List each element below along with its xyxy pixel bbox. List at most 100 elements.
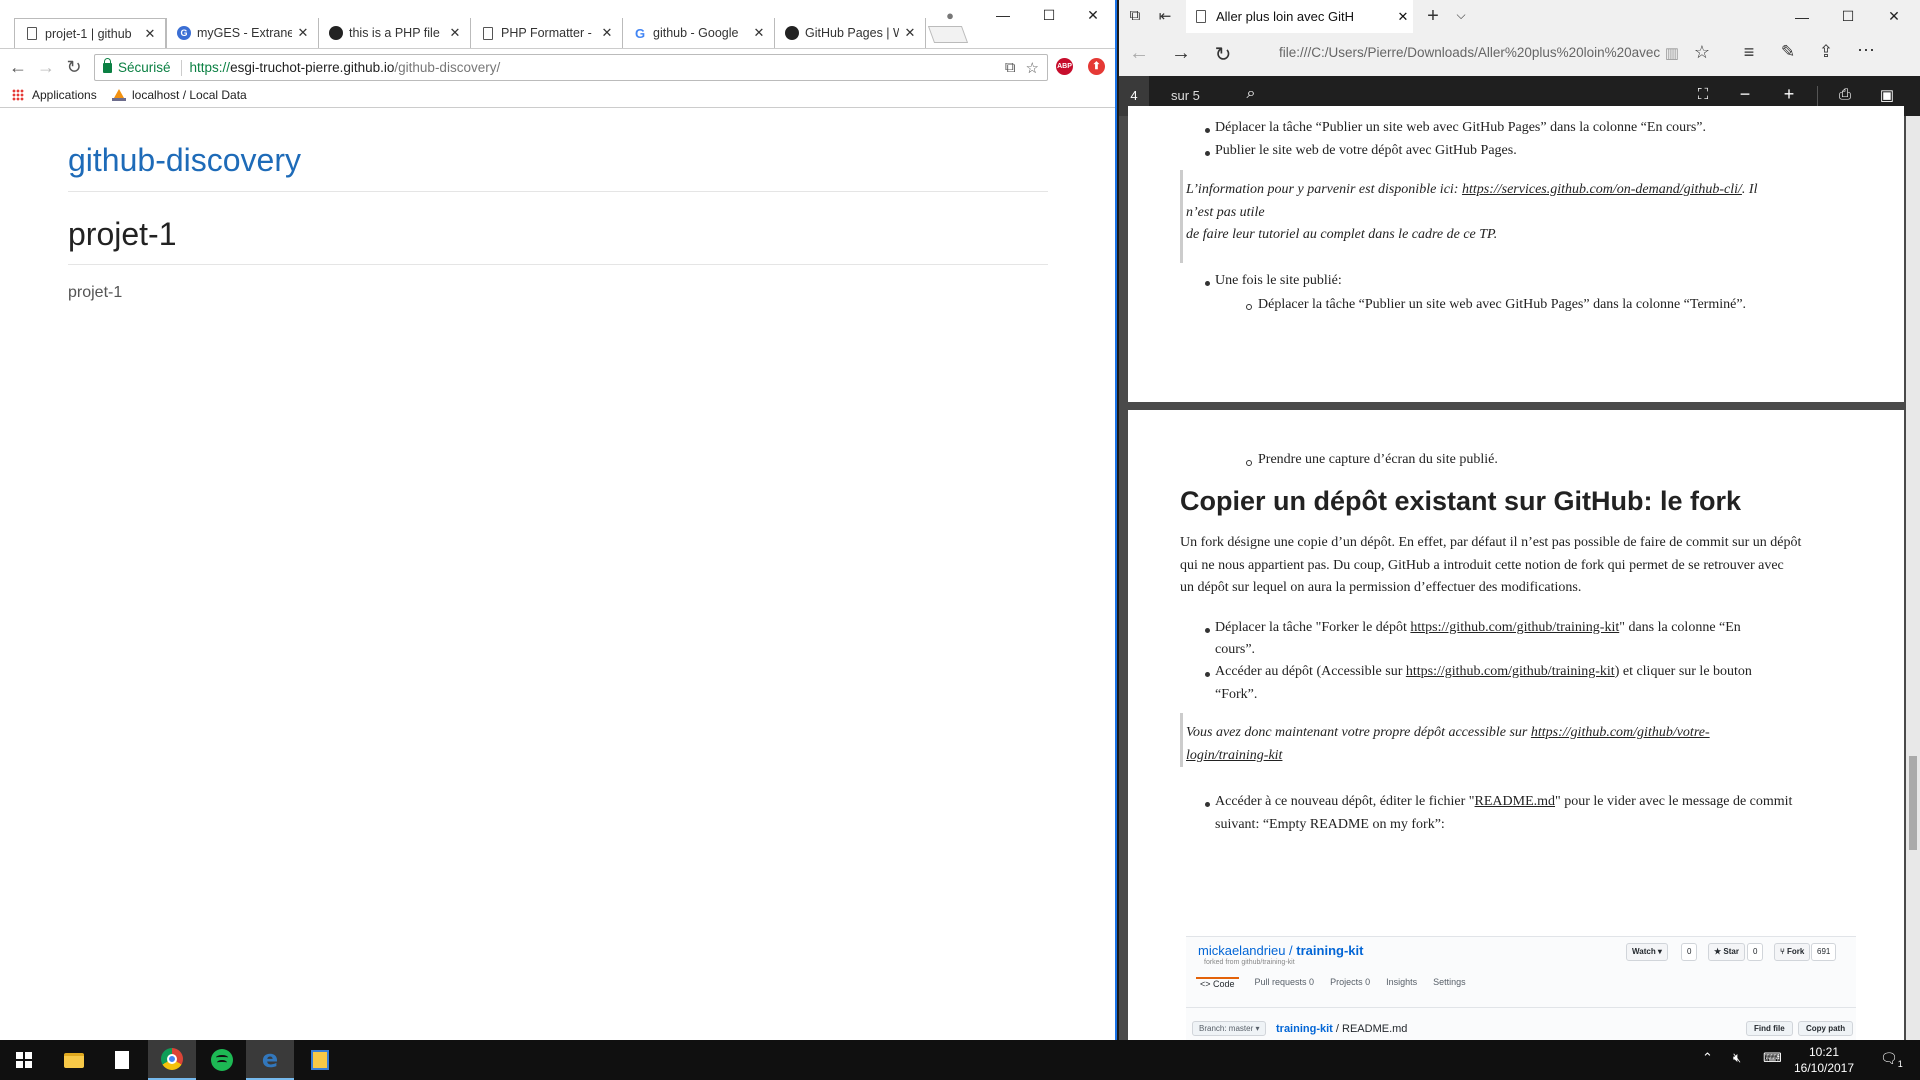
notepad-button[interactable] — [98, 1040, 146, 1080]
training-kit-link[interactable]: https://github.com/github/training-kit — [1410, 620, 1619, 635]
maximize-button[interactable]: ☐ — [1026, 0, 1072, 30]
pdf-scrollbar[interactable] — [1906, 116, 1920, 1040]
edge-taskbar-button[interactable]: e — [246, 1040, 294, 1080]
fork-url-link[interactable]: https://github.com/github/votre- — [1531, 725, 1710, 740]
watch-label: Watch ▾ — [1632, 947, 1662, 956]
zoom-in-icon[interactable]: + — [1779, 84, 1799, 105]
address-bar[interactable]: Sécurisé https://esgi-truchot-pierre.git… — [94, 54, 1048, 81]
myges-icon: G — [177, 26, 191, 40]
minimize-button[interactable]: — — [980, 0, 1026, 30]
fork-url-link[interactable]: login/training-kit — [1186, 748, 1282, 763]
volume-muted-icon[interactable]: 🔇︎ — [1733, 1050, 1741, 1066]
maximize-button[interactable]: ☐ — [1825, 0, 1871, 33]
reload-icon[interactable]: ↻ — [62, 55, 86, 79]
star-count: 0 — [1747, 943, 1764, 961]
back-arrow-icon[interactable]: ← — [6, 55, 30, 79]
start-button[interactable] — [0, 1040, 48, 1080]
services-github-link[interactable]: https://services.github.com/on-demand/gi… — [1462, 182, 1742, 197]
action-center-icon[interactable]: 🗨︎1 — [1880, 1050, 1903, 1069]
forward-arrow-icon[interactable]: → — [34, 55, 58, 79]
tab-title: projet-1 | github — [45, 26, 132, 41]
minimize-button[interactable]: — — [1779, 0, 1825, 33]
tab-myges[interactable]: G myGES - Extranet ✕ — [166, 18, 318, 48]
close-icon[interactable]: ✕ — [903, 25, 917, 41]
star-button: ★ Star — [1708, 943, 1745, 961]
share-icon[interactable]: ⇪ — [1815, 42, 1837, 62]
training-kit-link[interactable]: https://github.com/github/training-kit — [1406, 664, 1615, 679]
show-hidden-icons-chevron[interactable]: ⌃ — [1702, 1050, 1713, 1066]
bookmark-star-icon[interactable]: ☆ — [1026, 59, 1039, 77]
document-icon — [25, 27, 39, 41]
zoom-out-icon[interactable]: − — [1735, 84, 1755, 105]
forward-arrow-icon[interactable]: → — [1169, 42, 1193, 65]
web-note-icon[interactable]: ✎ — [1777, 42, 1799, 62]
refresh-icon[interactable]: ↻ — [1211, 42, 1235, 67]
system-clock[interactable]: 10:21 16/10/2017 — [1789, 1044, 1859, 1076]
divider — [68, 191, 1048, 192]
pdf-viewer: Déplacer la tâche “Publier un site web a… — [1119, 106, 1920, 1040]
reading-view-icon[interactable]: ▥ — [1662, 44, 1682, 62]
pdf-page-5: Prendre une capture d’écran du site publ… — [1128, 410, 1904, 1040]
document-icon — [481, 26, 495, 40]
close-icon[interactable]: ✕ — [600, 25, 614, 41]
close-icon[interactable]: ✕ — [296, 25, 310, 41]
bookmark-label: Applications — [32, 88, 97, 102]
bullet — [1205, 802, 1210, 807]
scrollbar-thumb[interactable] — [1909, 756, 1917, 850]
close-window-button[interactable]: ✕ — [1070, 0, 1115, 30]
adblock-extension-icon[interactable]: ABP — [1056, 58, 1073, 75]
close-icon[interactable]: ✕ — [143, 26, 157, 42]
tab-list-chevron-icon[interactable]: ⌵ — [1451, 8, 1471, 23]
text: " pour le vider avec le message de commi… — [1555, 794, 1793, 809]
branch-selector: Branch: master ▾ — [1192, 1021, 1267, 1036]
chrome-taskbar-button[interactable] — [148, 1040, 196, 1080]
save-icon[interactable]: ▣ — [1877, 86, 1897, 104]
windows-logo-icon — [16, 1052, 32, 1068]
bookmark-localhost[interactable]: localhost / Local Data — [112, 88, 252, 102]
repo-tabs: <> Code Pull requests 0 Projects 0 Insig… — [1196, 977, 1466, 989]
tab-title: Aller plus loin avec GitH — [1216, 9, 1354, 24]
tab-preview-icon[interactable]: ⧉ — [1125, 7, 1145, 24]
tab-github-pages[interactable]: GitHub Pages | W ✕ — [774, 18, 926, 48]
url-field[interactable]: file:///C:/Users/Pierre/Downloads/Aller%… — [1279, 45, 1671, 60]
text: Accéder à ce nouveau dépôt, éditer le fi… — [1215, 794, 1475, 809]
fit-to-page-icon[interactable]: ⛶ — [1693, 86, 1713, 103]
site-title-link[interactable]: github-discovery — [68, 142, 301, 179]
bullet — [1205, 672, 1210, 677]
date: 16/10/2017 — [1793, 1061, 1855, 1075]
new-tab-button[interactable]: + — [1421, 5, 1445, 28]
close-icon[interactable]: ✕ — [448, 25, 462, 41]
tab-php-formatter[interactable]: PHP Formatter - ✕ — [470, 18, 622, 48]
section-heading: Copier un dépôt existant sur GitHub: le … — [1180, 486, 1742, 516]
edge-tab[interactable]: Aller plus loin avec GitH ✕ — [1186, 0, 1413, 33]
close-icon[interactable]: ✕ — [1393, 9, 1413, 25]
tab-google-search[interactable]: G github - Google ✕ — [622, 18, 774, 48]
tab-title: this is a PHP file — [349, 26, 440, 40]
extension-icon[interactable]: ⬆ — [1088, 58, 1105, 75]
app-taskbar-button[interactable] — [296, 1040, 344, 1080]
edge-title-bar: ⧉ ⇤ Aller plus loin avec GitH ✕ + ⌵ — ☐ … — [1119, 0, 1920, 33]
forked-from-label: forked from github/training-kit — [1204, 959, 1295, 966]
close-icon[interactable]: ✕ — [752, 25, 766, 41]
profile-icon[interactable]: ● — [930, 0, 970, 30]
print-icon[interactable]: ⎙ — [1835, 86, 1855, 103]
spotify-taskbar-button[interactable] — [198, 1040, 246, 1080]
back-arrow-icon[interactable]: ← — [1127, 42, 1151, 65]
repo-name: mickaelandrieu / training-kit — [1198, 943, 1364, 958]
search-icon[interactable]: ⌕ — [1241, 85, 1261, 103]
bookmark-applications[interactable]: Applications — [12, 88, 97, 102]
text: ) et cliquer sur le bouton — [1614, 664, 1752, 679]
folder-icon — [64, 1052, 84, 1068]
translate-icon[interactable]: ⧉ — [1005, 59, 1016, 77]
more-menu-icon[interactable]: ⋯ — [1855, 40, 1877, 61]
tab-projet-1[interactable]: projet-1 | github ✕ — [14, 18, 166, 48]
readme-link[interactable]: README.md — [1475, 794, 1556, 809]
tab-php-file[interactable]: this is a PHP file ✕ — [318, 18, 470, 48]
favorites-star-icon[interactable]: ☆ — [1691, 42, 1713, 63]
file-explorer-button[interactable] — [50, 1040, 98, 1080]
set-tabs-aside-icon[interactable]: ⇤ — [1155, 7, 1175, 25]
keyboard-icon[interactable]: ⌨ — [1763, 1050, 1782, 1066]
hub-icon[interactable]: ≡ — [1738, 42, 1760, 63]
pdf-document-icon — [1196, 10, 1206, 23]
close-window-button[interactable]: ✕ — [1871, 0, 1917, 33]
